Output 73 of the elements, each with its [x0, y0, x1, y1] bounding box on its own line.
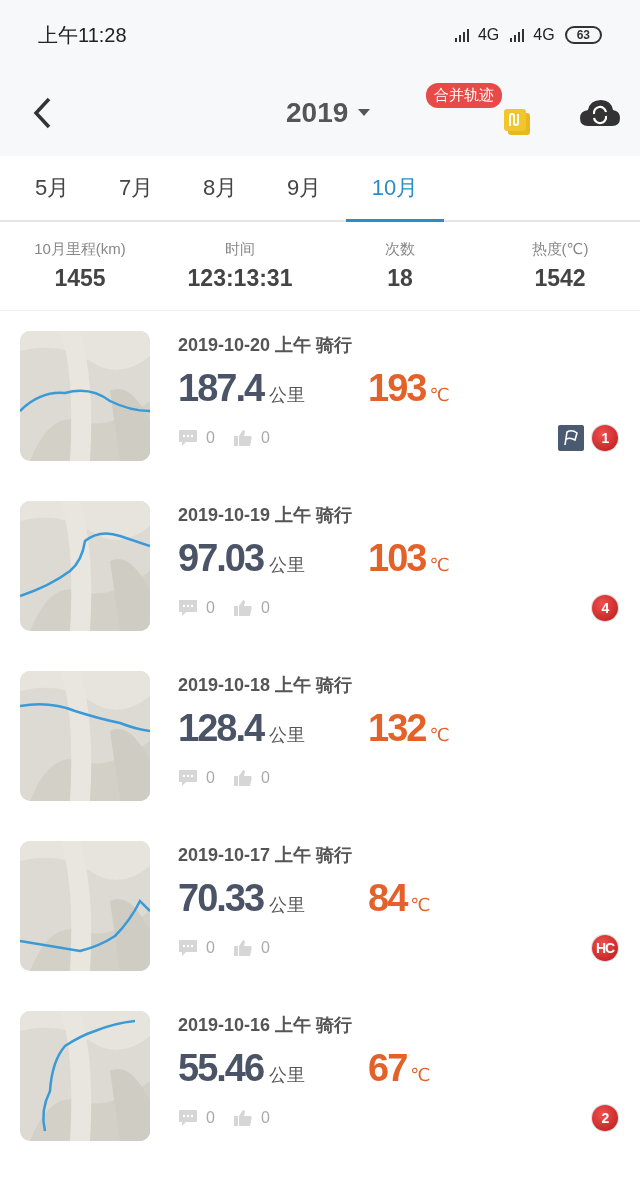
distance-value: 55.46 — [178, 1047, 264, 1090]
heat-unit: ℃ — [410, 1064, 431, 1086]
rank-badge: 2 — [592, 1105, 618, 1131]
heat-value: 132 — [368, 707, 426, 750]
stat-label: 时间 — [225, 240, 255, 259]
stat-label: 热度(℃) — [531, 240, 589, 259]
heat-value: 103 — [368, 537, 426, 580]
month-tab[interactable]: 9月 — [262, 156, 346, 222]
like-count: 0 — [260, 599, 270, 617]
stat-label: 10月里程(km) — [34, 240, 126, 259]
cloud-sync-icon[interactable] — [580, 98, 620, 128]
heat-value: 67 — [368, 1047, 407, 1090]
like-count: 0 — [260, 429, 270, 447]
like-count: 0 — [260, 939, 270, 957]
comment-count: 0 — [206, 769, 215, 787]
comment-count: 0 — [206, 939, 215, 957]
distance-value: 70.33 — [178, 877, 264, 920]
year-dropdown[interactable]: 2019 — [286, 97, 371, 129]
rank-badge: HC — [592, 935, 618, 961]
thumbs-up-icon[interactable] — [232, 1109, 253, 1127]
heat-unit: ℃ — [429, 724, 450, 746]
network-label: 4G — [477, 26, 500, 44]
status-time: 上午11:28 — [38, 22, 127, 48]
comment-icon[interactable] — [178, 939, 198, 957]
distance-unit: 公里 — [269, 1064, 306, 1087]
back-icon[interactable] — [32, 96, 52, 130]
comment-count: 0 — [206, 599, 215, 617]
heat-value: 193 — [368, 367, 426, 410]
rank-badge: 4 — [592, 595, 618, 621]
distance-value: 187.4 — [178, 367, 264, 410]
ride-title: 2019-10-17 上午 骑行 — [178, 844, 354, 867]
distance-value: 97.03 — [178, 537, 264, 580]
ride-title: 2019-10-20 上午 骑行 — [178, 334, 354, 357]
caret-icon — [358, 109, 371, 117]
comment-count: 0 — [206, 1109, 215, 1127]
like-count: 0 — [260, 1109, 270, 1127]
comment-icon[interactable] — [178, 599, 198, 617]
distance-value: 128.4 — [178, 707, 264, 750]
distance-unit: 公里 — [269, 384, 306, 407]
month-tab[interactable]: 7月 — [94, 156, 178, 222]
ride-title: 2019-10-18 上午 骑行 — [178, 674, 354, 697]
month-tab[interactable]: 10月 — [346, 156, 444, 222]
distance-unit: 公里 — [269, 554, 306, 577]
like-count: 0 — [260, 769, 270, 787]
stat-label: 次数 — [385, 240, 415, 259]
stat-value: 123:13:31 — [187, 265, 293, 292]
thumbs-up-icon[interactable] — [232, 599, 253, 617]
comment-count: 0 — [206, 429, 215, 447]
heat-value: 84 — [368, 877, 407, 920]
ride-title: 2019-10-19 上午 骑行 — [178, 504, 354, 527]
comment-icon[interactable] — [178, 769, 198, 787]
flag-icon — [558, 425, 584, 451]
comment-icon[interactable] — [178, 1109, 198, 1127]
network-label: 4G — [533, 26, 555, 44]
distance-unit: 公里 — [269, 894, 306, 917]
rank-badge: 1 — [592, 425, 618, 451]
thumbs-up-icon[interactable] — [232, 429, 253, 447]
merge-track-icon[interactable] — [502, 107, 533, 137]
month-tab[interactable]: 8月 — [178, 156, 262, 222]
heat-unit: ℃ — [410, 894, 431, 916]
stat-value: 18 — [387, 265, 413, 292]
thumbs-up-icon[interactable] — [232, 939, 253, 957]
heat-unit: ℃ — [429, 554, 450, 576]
distance-unit: 公里 — [269, 724, 306, 747]
stat-value: 1542 — [534, 265, 586, 292]
thumbs-up-icon[interactable] — [232, 769, 253, 787]
month-tab[interactable]: 5月 — [10, 156, 94, 222]
comment-icon[interactable] — [178, 429, 198, 447]
merge-track-badge: 合并轨迹 — [426, 83, 503, 108]
stat-value: 1455 — [54, 265, 106, 292]
ride-title: 2019-10-16 上午 骑行 — [178, 1014, 354, 1037]
battery-indicator: 63 — [564, 26, 602, 44]
heat-unit: ℃ — [429, 384, 450, 406]
